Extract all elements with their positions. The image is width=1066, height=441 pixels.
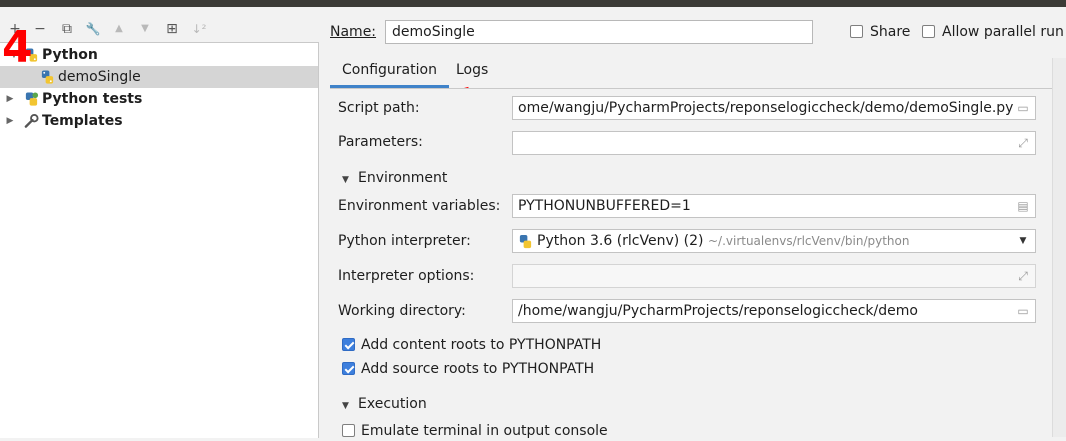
emulate-terminal-checkbox[interactable] [342, 424, 355, 437]
wrench-icon[interactable]: 🔧 [84, 20, 102, 38]
execution-section[interactable]: ▼ Execution [342, 394, 427, 416]
interpreter-path: ~/.virtualenvs/rlcVenv/bin/python [707, 234, 910, 248]
tree-label-templates: Templates [42, 113, 123, 129]
remove-icon[interactable]: − [31, 20, 49, 38]
chevron-down-icon: ▼ [342, 175, 349, 185]
emulate-terminal-label: Emulate terminal in output console [361, 423, 608, 439]
parameters-label: Parameters: [338, 134, 423, 150]
copy-icon[interactable]: ⧉ [58, 20, 76, 38]
interpreter-label: Python interpreter: [338, 233, 471, 249]
tree-label-demosingle: demoSingle [58, 69, 141, 85]
move-down-icon[interactable]: ▼ [136, 20, 154, 38]
folder-browse-icon[interactable]: ▭ [1015, 303, 1031, 319]
python-icon [25, 48, 38, 62]
content-roots-checkbox[interactable] [342, 338, 355, 351]
tree-item-demosingle[interactable]: demoSingle [0, 66, 318, 88]
python-script-icon [41, 70, 54, 84]
python-icon [519, 234, 532, 249]
source-roots-label: Add source roots to PYTHONPATH [361, 361, 595, 377]
expand-icon[interactable]: ⤢ [1015, 268, 1031, 284]
allow-parallel-label: Allow parallel run [942, 24, 1064, 40]
parameters-field[interactable]: ⤢ [512, 131, 1036, 155]
content-roots-label: Add content roots to PYTHONPATH [361, 337, 602, 353]
move-up-icon[interactable]: ▲ [110, 20, 128, 38]
env-vars-label: Environment variables: [338, 198, 501, 214]
vertical-scrollbar[interactable] [1052, 58, 1066, 437]
config-tree: ▼ Python demoSingle ▶ Python tests ▶ Tem… [0, 42, 319, 438]
share-checkbox[interactable] [850, 25, 863, 38]
tab-configuration[interactable]: Configuration [330, 56, 449, 88]
folder-icon[interactable]: ⊞ [163, 20, 181, 38]
share-label: Share [870, 24, 911, 40]
tab-logs[interactable]: Logs [444, 56, 500, 88]
environment-section[interactable]: ▼ Environment [342, 168, 447, 190]
source-roots-checkbox[interactable] [342, 362, 355, 375]
sort-icon[interactable]: ↓² [190, 20, 208, 38]
env-vars-value: PYTHONUNBUFFERED=1 [518, 198, 691, 214]
tab-bar: Configuration Logs [330, 56, 1050, 88]
chevron-down-icon[interactable]: ▼ [8, 44, 20, 66]
tree-item-python-tests[interactable]: ▶ Python tests [0, 88, 318, 110]
name-label: Name: [330, 24, 377, 40]
add-icon[interactable]: + [6, 20, 24, 38]
script-path-label: Script path: [338, 100, 420, 116]
interpreter-options-label: Interpreter options: [338, 268, 475, 284]
folder-browse-icon[interactable]: ▭ [1015, 100, 1031, 116]
interpreter-value: Python 3.6 (rlcVenv) (2) [537, 233, 704, 249]
tree-item-templates[interactable]: ▶ Templates [0, 110, 318, 132]
interpreter-options-field[interactable]: ⤢ [512, 264, 1036, 288]
working-directory-field[interactable]: /home/wangju/PycharmProjects/reponselogi… [512, 299, 1036, 323]
tree-label-python-tests: Python tests [42, 91, 143, 107]
working-directory-label: Working directory: [338, 303, 466, 319]
interpreter-select[interactable]: Python 3.6 (rlcVenv) (2) ~/.virtualenvs/… [512, 229, 1036, 253]
env-vars-field[interactable]: PYTHONUNBUFFERED=1 ▤ [512, 194, 1036, 218]
chevron-right-icon[interactable]: ▶ [4, 110, 16, 132]
script-path-value: ome/wangju/PycharmProjects/reponselogicc… [518, 100, 1014, 116]
script-path-field[interactable]: ome/wangju/PycharmProjects/reponselogicc… [512, 96, 1036, 120]
tree-item-python[interactable]: ▼ Python [0, 44, 318, 66]
chevron-down-icon[interactable]: ▼ [1015, 233, 1031, 249]
chevron-down-icon: ▼ [342, 401, 349, 411]
tree-label-python: Python [42, 47, 98, 63]
name-input[interactable]: demoSingle [385, 20, 813, 44]
working-directory-value: /home/wangju/PycharmProjects/reponselogi… [518, 303, 918, 319]
python-tests-icon [25, 92, 39, 106]
allow-parallel-checkbox[interactable] [922, 25, 935, 38]
title-bar [0, 0, 1066, 7]
chevron-right-icon[interactable]: ▶ [4, 88, 16, 110]
expand-icon[interactable]: ⤢ [1015, 135, 1031, 151]
document-icon[interactable]: ▤ [1015, 198, 1031, 214]
wrench-icon [24, 113, 39, 128]
